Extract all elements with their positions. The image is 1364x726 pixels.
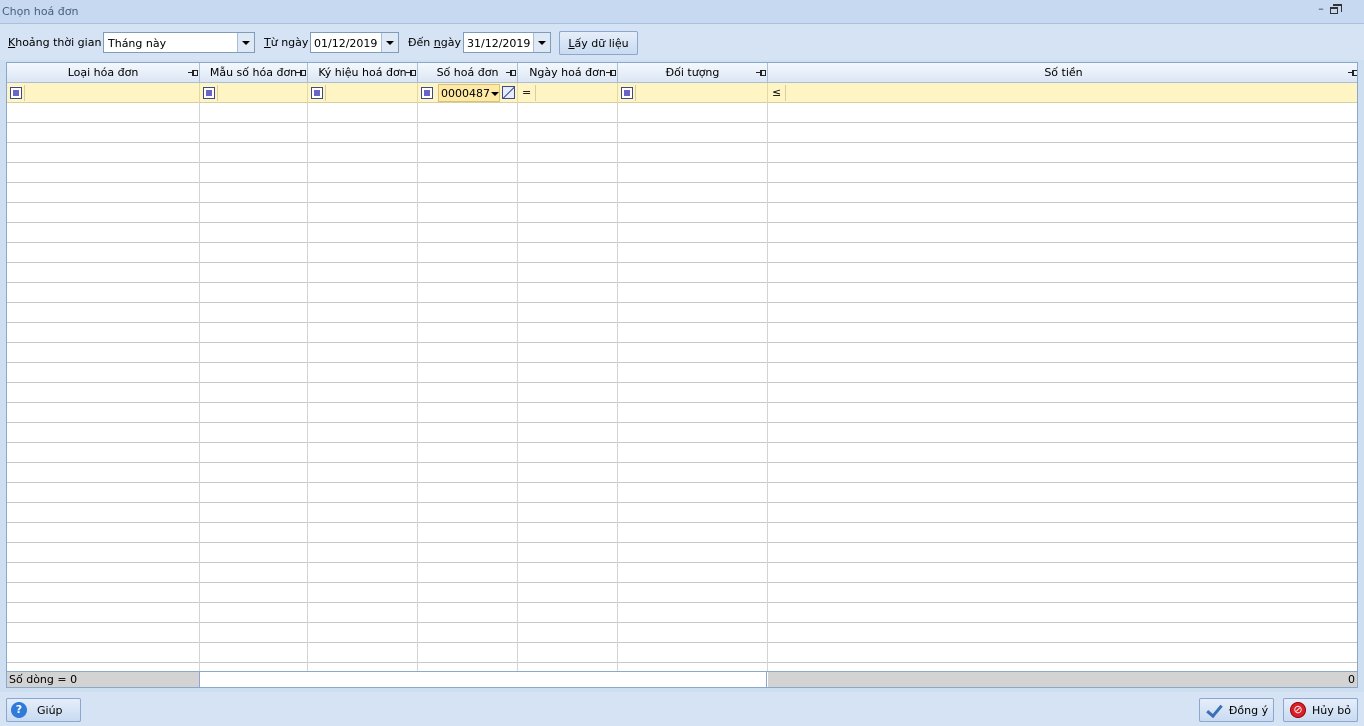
bottom-bar: ? Giúp Đồng ý ⊘ Hủy bỏ <box>0 692 1364 726</box>
column-header-invoice-template[interactable]: Mẫu số hóa đơn <box>200 63 308 83</box>
row-count: Số dòng = 0 <box>7 672 199 687</box>
from-date-label: Từ ngày <box>264 36 309 49</box>
help-button[interactable]: ? Giúp <box>6 698 81 722</box>
grid-footer: Số dòng = 0 0 <box>7 671 1357 687</box>
pin-icon[interactable] <box>606 70 616 76</box>
filter-amount[interactable]: ≤ <box>768 83 1357 103</box>
invoice-number-filter-input[interactable]: 0000487 <box>438 84 500 102</box>
clear-filter-icon[interactable] <box>502 86 515 99</box>
filter-condition-icon[interactable] <box>203 87 215 99</box>
pin-icon[interactable] <box>756 70 766 76</box>
filter-condition-icon[interactable] <box>621 87 633 99</box>
to-date-label: Đến ngày <box>408 36 461 49</box>
chevron-down-icon[interactable] <box>491 92 499 96</box>
checkmark-icon <box>1205 702 1223 718</box>
window-title: Chọn hoá đơn <box>2 5 79 18</box>
restore-icon <box>1330 4 1342 14</box>
filter-customer[interactable] <box>618 83 768 103</box>
amount-operator[interactable]: ≤ <box>772 86 781 99</box>
period-combo[interactable]: Tháng này <box>103 32 255 53</box>
column-header-invoice-date[interactable]: Ngày hoá đơn <box>518 63 618 83</box>
column-header-amount[interactable]: Số tiền <box>768 63 1357 83</box>
chevron-down-icon <box>386 40 394 45</box>
chevron-down-icon <box>242 40 250 45</box>
from-date-value: 01/12/2019 <box>314 37 378 50</box>
restore-button[interactable] <box>1327 3 1343 19</box>
period-label: Khoảng thời gian <box>8 36 102 49</box>
filter-condition-icon[interactable] <box>311 87 323 99</box>
from-date-input[interactable]: 01/12/2019 <box>310 32 399 53</box>
column-header-invoice-symbol[interactable]: Ký hiệu hoá đơn <box>308 63 418 83</box>
to-date-dropdown-button[interactable] <box>533 33 550 52</box>
chevron-down-icon <box>538 40 546 45</box>
invoice-grid: Loại hóa đơn Mẫu số hóa đơn Ký hiệu hoá … <box>6 62 1358 688</box>
pin-icon[interactable] <box>296 70 306 76</box>
filter-invoice-template[interactable] <box>200 83 308 103</box>
help-icon: ? <box>11 702 27 718</box>
cancel-icon: ⊘ <box>1290 702 1307 718</box>
grid-body[interactable] <box>7 103 1357 673</box>
filter-invoice-symbol[interactable] <box>308 83 418 103</box>
fetch-data-button[interactable]: Lấy dữ liệu <box>559 31 638 55</box>
filter-condition-icon[interactable] <box>421 87 433 99</box>
filter-row: 0000487 = ≤ <box>7 83 1357 103</box>
filter-invoice-type[interactable] <box>7 83 200 103</box>
pin-icon[interactable] <box>406 70 416 76</box>
pin-icon[interactable] <box>506 70 516 76</box>
title-bar: Chọn hoá đơn – <box>0 0 1364 24</box>
to-date-value: 31/12/2019 <box>467 37 531 50</box>
cancel-button[interactable]: ⊘ Hủy bỏ <box>1283 698 1358 722</box>
filter-condition-icon[interactable] <box>10 87 22 99</box>
column-header-customer[interactable]: Đối tượng <box>618 63 768 83</box>
filter-invoice-number[interactable]: 0000487 <box>418 83 518 103</box>
ok-button[interactable]: Đồng ý <box>1199 698 1274 722</box>
to-date-input[interactable]: 31/12/2019 <box>463 32 551 53</box>
column-header-invoice-number[interactable]: Số hoá đơn <box>418 63 518 83</box>
from-date-dropdown-button[interactable] <box>381 33 398 52</box>
total-amount: 0 <box>768 672 1357 687</box>
toolbar: Khoảng thời gian Tháng này Từ ngày 01/12… <box>0 24 1364 60</box>
period-dropdown-button[interactable] <box>237 33 254 52</box>
date-operator[interactable]: = <box>522 86 531 99</box>
pin-icon[interactable] <box>188 70 198 76</box>
pin-icon[interactable] <box>1348 70 1357 76</box>
column-header-invoice-type[interactable]: Loại hóa đơn <box>7 63 200 83</box>
filter-invoice-date[interactable]: = <box>518 83 618 103</box>
period-value: Tháng này <box>108 37 167 50</box>
